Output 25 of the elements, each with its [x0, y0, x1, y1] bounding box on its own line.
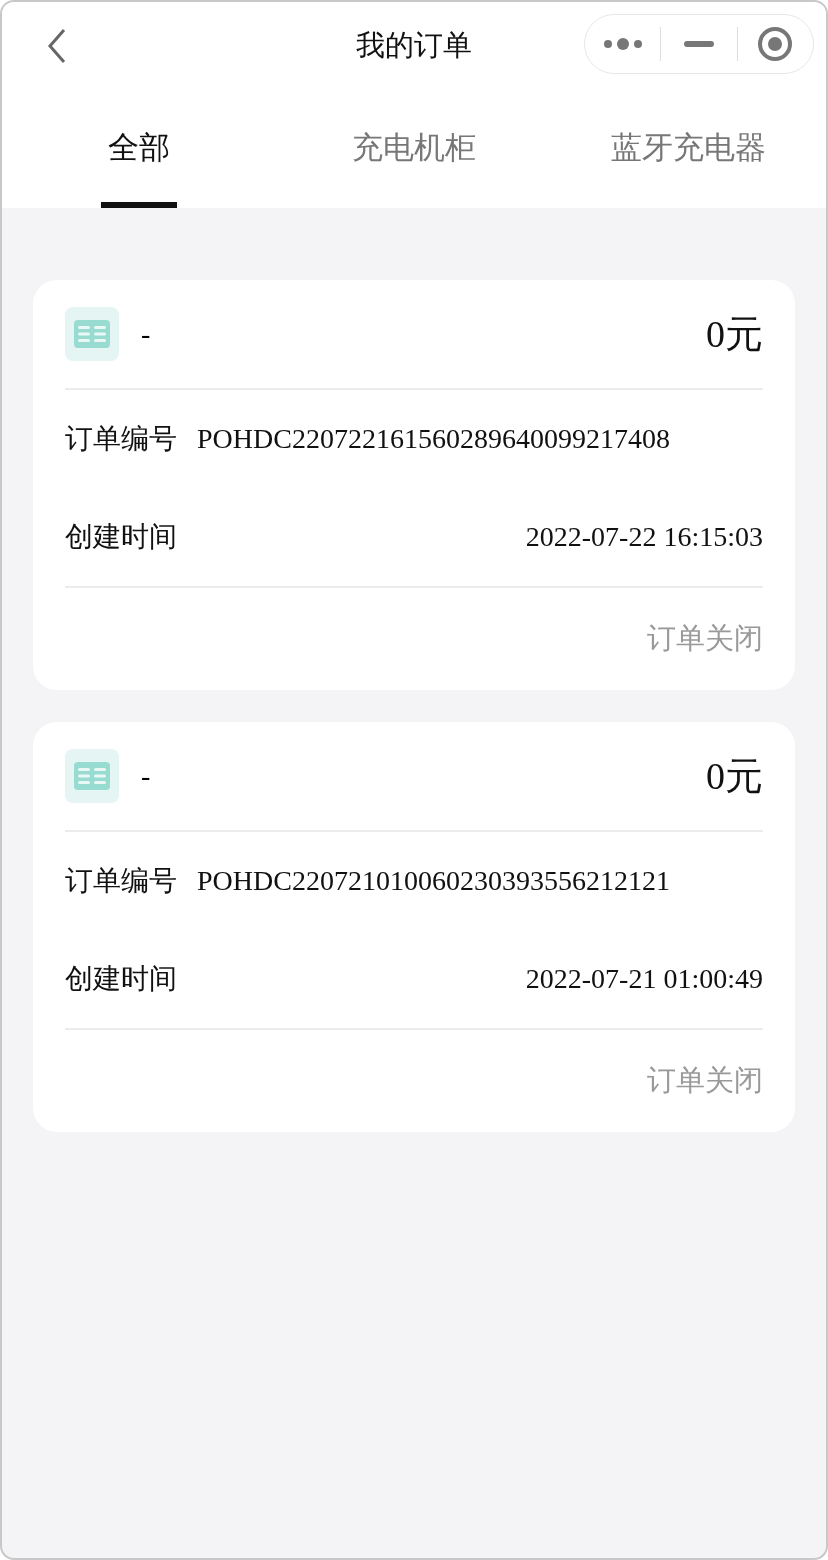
created-time: 2022-07-22 16:15:03: [525, 521, 763, 553]
order-card[interactable]: - 0元 订单编号 POHDC220721010060230393556212121 创建时间 2022-07-21 01:00:49 订单关闭: [33, 722, 795, 1132]
order-number: POHDC220721010060230393556212121: [197, 865, 670, 897]
more-icon[interactable]: [602, 37, 643, 51]
order-number-label: 订单编号: [65, 863, 177, 899]
order-amount: 0元: [706, 753, 763, 799]
order-number-label: 订单编号: [65, 421, 177, 457]
device-name: -: [141, 760, 152, 792]
order-status: 订单关闭: [647, 1062, 763, 1099]
order-amount: 0元: [706, 311, 763, 357]
tab[interactable]: 全部: [2, 90, 277, 208]
device-name: -: [141, 318, 152, 350]
order-status: 订单关闭: [647, 620, 763, 657]
minimize-icon[interactable]: [684, 41, 714, 47]
created-time-label: 创建时间: [65, 519, 177, 555]
created-time-label: 创建时间: [65, 961, 177, 997]
page-title: 我的订单: [356, 27, 472, 64]
order-number: POHDC220722161560289640099217408: [197, 423, 670, 455]
order-card[interactable]: - 0元 订单编号 POHDC220722161560289640099217408 创建时间 2022-07-22 16:15:03 订单关闭: [33, 280, 795, 690]
created-time: 2022-07-21 01:00:49: [525, 963, 763, 995]
cabinet-icon: [65, 749, 119, 803]
close-icon[interactable]: [757, 26, 794, 62]
tab[interactable]: 蓝牙充电器: [551, 90, 826, 208]
cabinet-icon: [65, 307, 119, 361]
tab[interactable]: 充电机柜: [276, 90, 552, 208]
